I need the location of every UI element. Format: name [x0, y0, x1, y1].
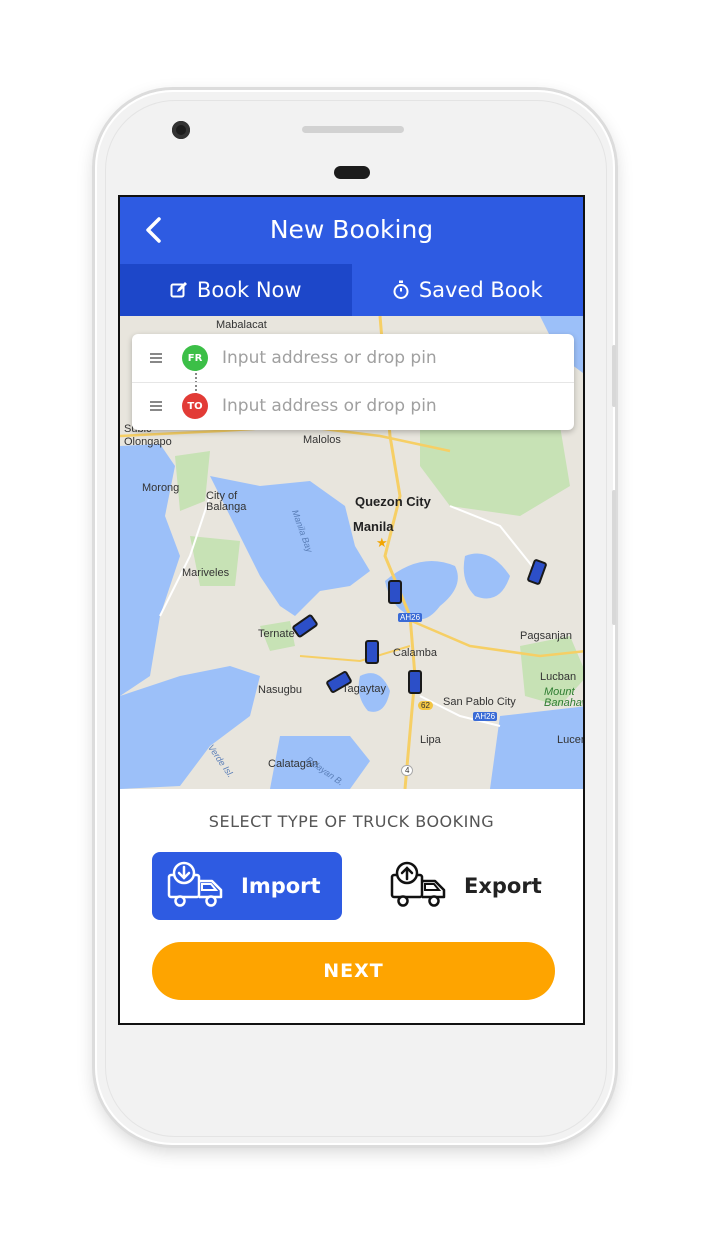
to-badge: TO	[182, 393, 208, 419]
map-label: Morong	[142, 482, 180, 494]
map-label: City of Balanga	[206, 490, 247, 513]
map-label: Manila	[353, 519, 394, 534]
map-label: Calamba	[393, 647, 438, 659]
tab-label: Book Now	[196, 278, 302, 302]
drag-handle-icon[interactable]	[150, 351, 162, 365]
map-label: Mount Banahaw	[544, 686, 583, 709]
edit-icon	[170, 281, 188, 299]
map-label: Olongapo	[124, 436, 172, 448]
booking-type-prompt: SELECT TYPE OF TRUCK BOOKING	[208, 812, 495, 831]
proximity-sensor	[334, 166, 370, 179]
front-camera	[172, 121, 190, 139]
earpiece-speaker	[302, 126, 404, 133]
map-label: Lucen	[557, 734, 583, 746]
from-address-row: FR	[132, 334, 574, 383]
from-address-input[interactable]	[220, 347, 564, 369]
app-bar: New Booking	[120, 197, 583, 264]
page-title: New Booking	[269, 215, 434, 244]
map-label: Mabalacat	[216, 319, 267, 331]
truck-import-icon	[167, 861, 223, 907]
import-button[interactable]: Import	[152, 852, 342, 920]
address-card: FR TO	[132, 334, 574, 430]
truck-marker[interactable]	[408, 670, 422, 694]
map-label: Tagaytay	[342, 683, 387, 695]
app-screen: New Booking Book Now Saved Book Mabalaca…	[118, 195, 585, 1025]
truck-marker[interactable]	[365, 640, 379, 664]
route-badge: AH26	[398, 613, 423, 622]
from-badge: FR	[182, 345, 208, 371]
map-label: Lipa	[420, 734, 441, 746]
stopwatch-icon	[392, 280, 410, 300]
map-label: Pagsanjan	[520, 630, 572, 642]
to-address-input[interactable]	[220, 395, 564, 417]
map-label: San Pablo City	[443, 696, 516, 708]
map-label: Ternate	[258, 628, 295, 640]
tab-bar: Book Now Saved Book	[120, 264, 583, 316]
drag-handle-icon[interactable]	[150, 399, 162, 413]
star-icon: ★	[376, 536, 388, 551]
volume-button	[612, 490, 616, 625]
truck-export-icon	[390, 861, 446, 907]
import-label: Import	[241, 874, 321, 898]
map-label: Lucban	[540, 671, 577, 683]
truck-marker[interactable]	[388, 580, 402, 604]
map-label: Quezon City	[355, 494, 431, 509]
route-badge: 62	[418, 701, 433, 710]
to-address-row: TO	[132, 382, 574, 430]
power-button	[612, 345, 616, 407]
tab-label: Saved Book	[418, 278, 543, 302]
map-label: Mariveles	[182, 567, 230, 579]
map-label: Nasugbu	[258, 684, 303, 696]
export-button[interactable]: Export	[375, 852, 545, 920]
next-button[interactable]: NEXT	[152, 942, 555, 1000]
route-badge: AH26	[473, 712, 498, 721]
tab-saved-book[interactable]: Saved Book	[352, 264, 584, 316]
map-label: Malolos	[303, 434, 341, 446]
export-label: Export	[464, 874, 542, 898]
tab-book-now[interactable]: Book Now	[120, 264, 352, 316]
